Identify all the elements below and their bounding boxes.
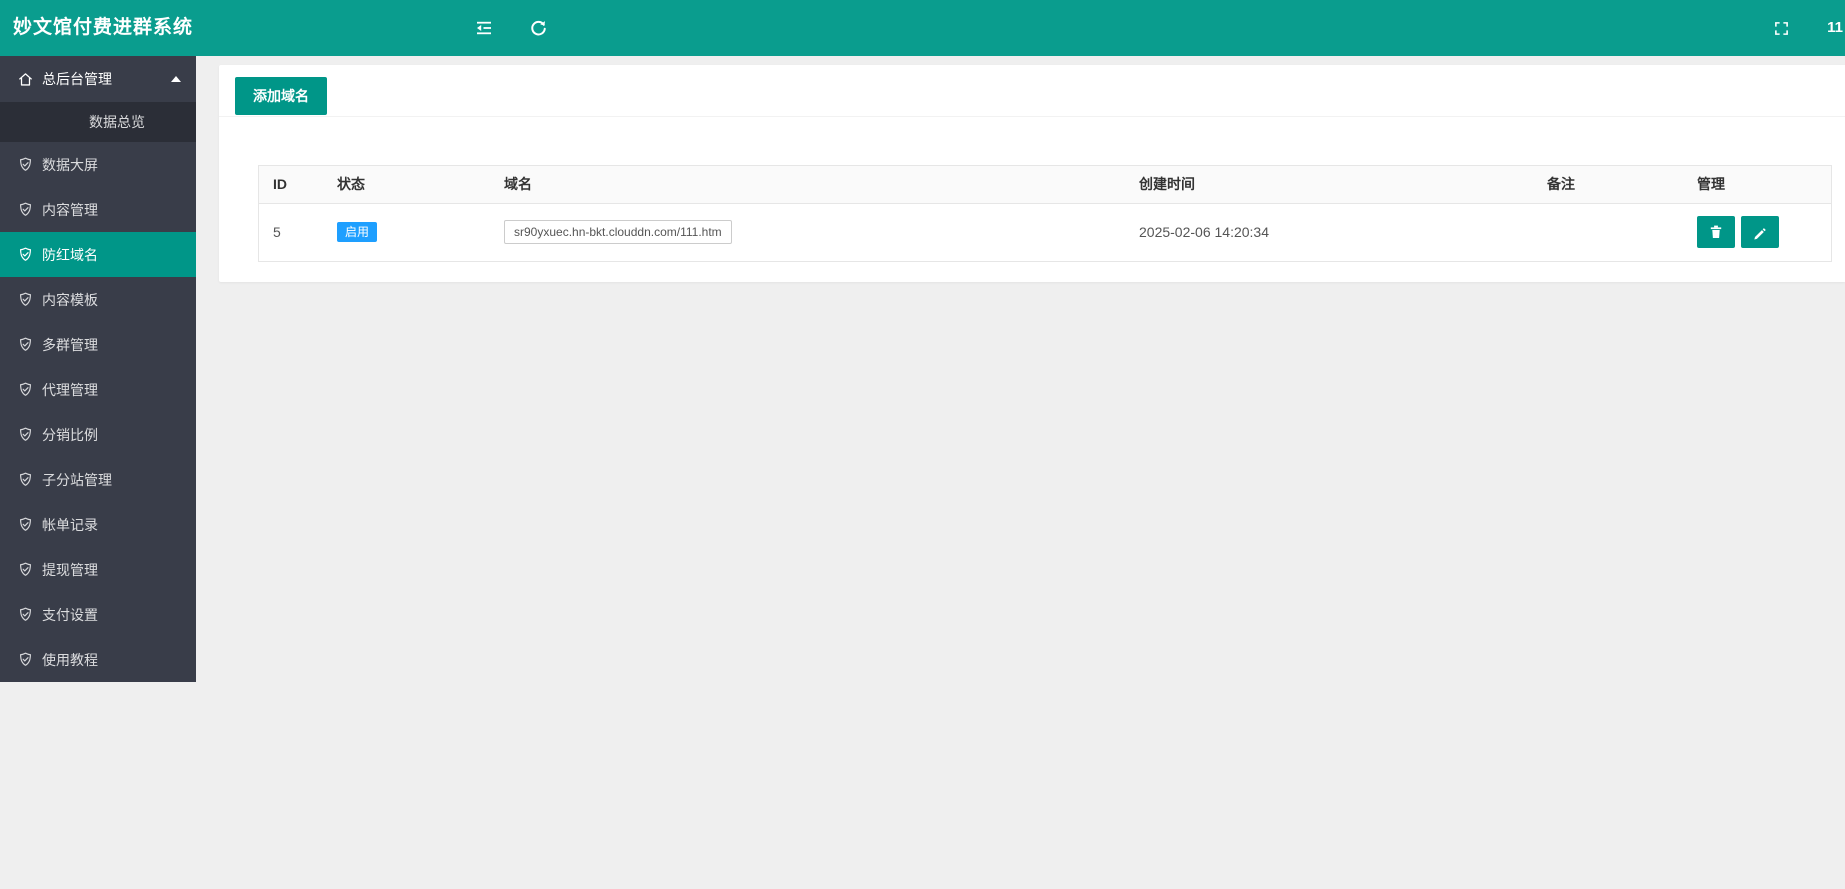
sidebar-collapse-button[interactable] xyxy=(466,0,502,56)
sidebar-item-label: 帐单记录 xyxy=(42,516,98,533)
sidebar-item-payment-settings[interactable]: 支付设置 xyxy=(0,592,196,637)
trash-icon xyxy=(1708,224,1724,240)
cell-created: 2025-02-06 14:20:34 xyxy=(1125,203,1533,261)
cell-manage xyxy=(1683,203,1831,261)
sidebar-item-label: 提现管理 xyxy=(42,561,98,578)
shield-check-icon xyxy=(17,381,34,398)
domain-value-box[interactable]: sr90yxuec.hn-bkt.clouddn.com/111.htm xyxy=(504,220,732,245)
domain-table: ID 状态 域名 创建时间 备注 管理 5 启用 sr90yxuec.hn-bk… xyxy=(259,166,1831,261)
home-icon xyxy=(17,71,34,88)
cell-status: 启用 xyxy=(323,203,490,261)
shield-check-icon xyxy=(17,426,34,443)
sidebar-item-label: 内容模板 xyxy=(42,291,98,308)
sidebar-item-agent-manage[interactable]: 代理管理 xyxy=(0,367,196,412)
cell-domain: sr90yxuec.hn-bkt.clouddn.com/111.htm xyxy=(490,203,1125,261)
sidebar-item-label: 支付设置 xyxy=(42,606,98,623)
shield-check-icon xyxy=(17,471,34,488)
column-header-manage: 管理 xyxy=(1683,166,1831,204)
sidebar-item-content-template[interactable]: 内容模板 xyxy=(0,277,196,322)
sidebar-item-label: 防红域名 xyxy=(42,246,98,263)
app-title: 妙文馆付费进群系统 xyxy=(13,17,194,38)
shield-check-icon xyxy=(17,651,34,668)
outdent-icon xyxy=(474,18,494,38)
domain-table-container: ID 状态 域名 创建时间 备注 管理 5 启用 sr90yxuec.hn-bk… xyxy=(258,165,1832,262)
shield-check-icon xyxy=(17,336,34,353)
sidebar-item-substation-manage[interactable]: 子分站管理 xyxy=(0,457,196,502)
refresh-button[interactable] xyxy=(520,0,556,56)
shield-check-icon xyxy=(17,516,34,533)
sidebar-item-data-screen[interactable]: 数据大屏 xyxy=(0,142,196,187)
fullscreen-button[interactable] xyxy=(1763,0,1799,56)
sidebar-item-label: 代理管理 xyxy=(42,381,98,398)
sidebar-item-label: 多群管理 xyxy=(42,336,98,353)
sidebar-item-label: 数据大屏 xyxy=(42,156,98,173)
column-header-created: 创建时间 xyxy=(1125,166,1533,204)
sidebar-item-distribution-ratio[interactable]: 分销比例 xyxy=(0,412,196,457)
column-header-status: 状态 xyxy=(323,166,490,204)
table-header-row: ID 状态 域名 创建时间 备注 管理 xyxy=(259,166,1831,204)
refresh-icon xyxy=(529,19,548,38)
delete-button[interactable] xyxy=(1697,216,1735,249)
sidebar-item-anti-red-domain[interactable]: 防红域名 xyxy=(0,232,196,277)
column-header-remark: 备注 xyxy=(1533,166,1683,204)
shield-check-icon xyxy=(17,156,34,173)
column-header-domain: 域名 xyxy=(490,166,1125,204)
status-badge-enabled[interactable]: 启用 xyxy=(337,222,378,243)
sidebar-item-label: 数据总览 xyxy=(89,114,145,130)
card-toolbar: 添加域名 xyxy=(219,65,1845,117)
top-header-bar: 妙文馆付费进群系统 11 xyxy=(0,0,1845,56)
sidebar-item-label: 内容管理 xyxy=(42,201,98,218)
edit-button[interactable] xyxy=(1740,216,1779,249)
shield-check-icon xyxy=(17,561,34,578)
sidebar-item-billing-records[interactable]: 帐单记录 xyxy=(0,502,196,547)
table-row: 5 启用 sr90yxuec.hn-bkt.clouddn.com/111.ht… xyxy=(259,203,1831,261)
sidebar-item-label: 分销比例 xyxy=(42,426,98,443)
sidebar-item-main-admin[interactable]: 总后台管理 xyxy=(0,56,196,102)
cell-id: 5 xyxy=(259,203,323,261)
shield-check-icon xyxy=(17,291,34,308)
main-content: 添加域名 ID 状态 域名 创建时间 备注 管理 5 启用 sr90yxuec.… xyxy=(196,56,1845,889)
sidebar-item-withdrawal-manage[interactable]: 提现管理 xyxy=(0,547,196,592)
add-domain-button[interactable]: 添加域名 xyxy=(235,77,327,115)
sidebar-nav: 总后台管理 数据总览 数据大屏 内容管理 防红域名 内容模板 多群管理 代理管理… xyxy=(0,56,196,682)
pencil-icon xyxy=(1752,225,1767,240)
caret-up-icon xyxy=(171,76,181,82)
fullscreen-icon xyxy=(1774,21,1789,36)
sidebar-item-data-overview[interactable]: 数据总览 xyxy=(0,102,196,142)
column-header-id: ID xyxy=(259,166,323,204)
sidebar-item-usage-tutorial[interactable]: 使用教程 xyxy=(0,637,196,682)
domain-card: 添加域名 ID 状态 域名 创建时间 备注 管理 5 启用 sr90yxuec.… xyxy=(219,65,1845,282)
shield-check-icon xyxy=(17,201,34,218)
user-menu[interactable]: 11 xyxy=(1827,0,1845,56)
sidebar-item-multi-group[interactable]: 多群管理 xyxy=(0,322,196,367)
shield-check-icon xyxy=(17,246,34,263)
sidebar-item-label: 总后台管理 xyxy=(42,71,112,87)
cell-remark xyxy=(1533,203,1683,261)
shield-check-icon xyxy=(17,606,34,623)
sidebar-item-content-manage[interactable]: 内容管理 xyxy=(0,187,196,232)
sidebar-item-label: 使用教程 xyxy=(42,651,98,668)
sidebar-item-label: 子分站管理 xyxy=(42,471,112,488)
